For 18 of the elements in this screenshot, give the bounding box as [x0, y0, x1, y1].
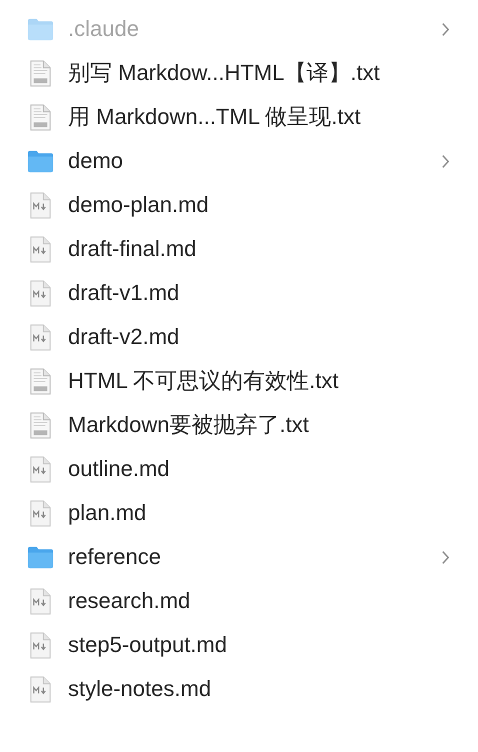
file-name[interactable]: demo [68, 148, 441, 174]
file-name[interactable]: reference [68, 544, 441, 570]
file-name[interactable]: 用 Markdown...TML 做呈现.txt [68, 102, 450, 132]
file-name[interactable]: draft-v2.md [68, 324, 450, 350]
file-name[interactable]: research.md [68, 588, 450, 614]
chevron-icon[interactable] [441, 550, 450, 564]
file-name[interactable]: demo-plan.md [68, 192, 450, 218]
chevron-icon[interactable] [441, 22, 450, 36]
file-name[interactable]: draft-final.md [68, 236, 450, 262]
file-name[interactable]: draft-v1.md [68, 280, 450, 306]
file-name[interactable]: step5-output.md [68, 632, 450, 658]
chevron-icon[interactable] [441, 154, 450, 168]
file-name[interactable]: HTML 不可思议的有效性.txt [68, 366, 450, 396]
file-name[interactable]: plan.md [68, 500, 450, 526]
file-name[interactable]: outline.md [68, 456, 450, 482]
file-name[interactable]: Markdown要被抛弃了.txt [68, 410, 450, 440]
file-name[interactable]: style-notes.md [68, 676, 450, 702]
file-name[interactable]: 别写 Markdow...HTML【译】.txt [68, 58, 450, 88]
